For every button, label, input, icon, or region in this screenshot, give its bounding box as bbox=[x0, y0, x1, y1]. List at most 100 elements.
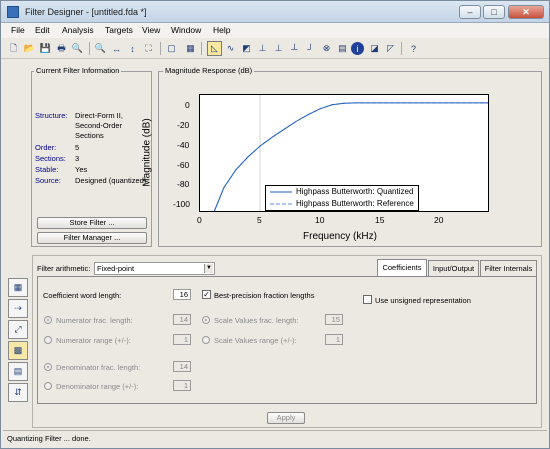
magnitude-phase-icon[interactable]: ◩ bbox=[239, 41, 254, 56]
numerator-range-radio[interactable] bbox=[44, 336, 52, 344]
phase-delay-icon[interactable]: ⊥ bbox=[271, 41, 286, 56]
filter-arithmetic-value: Fixed-point bbox=[97, 264, 135, 273]
status-bar: Quantizing Filter ... done. bbox=[3, 430, 547, 445]
store-filter-button[interactable]: Store Filter ... bbox=[37, 217, 147, 229]
coefficients-icon[interactable]: ▤ bbox=[335, 41, 350, 56]
info-icon[interactable]: i bbox=[351, 42, 364, 55]
order-value: 5 bbox=[75, 143, 80, 152]
scale-values-frac-label: Scale Values frac. length: bbox=[214, 316, 299, 325]
filter-manager-button[interactable]: Filter Manager ... bbox=[37, 232, 147, 244]
grid-icon[interactable]: ▦ bbox=[183, 41, 198, 56]
y-tick-label: -80 bbox=[177, 179, 190, 189]
legend-swatches bbox=[270, 191, 292, 205]
tab-filter-internals[interactable]: Filter Internals bbox=[480, 260, 537, 276]
x-axis-label: Frequency (kHz) bbox=[303, 231, 377, 242]
denominator-frac-radio[interactable] bbox=[44, 363, 52, 371]
denominator-range-radio[interactable] bbox=[44, 382, 52, 390]
current-filter-title: Current Filter Information bbox=[34, 66, 122, 75]
scale-values-range-field[interactable]: 1 bbox=[325, 334, 343, 345]
numerator-frac-radio[interactable] bbox=[44, 316, 52, 324]
group-delay-icon[interactable]: ⊥ bbox=[255, 41, 270, 56]
menu-targets[interactable]: Targets bbox=[105, 25, 133, 35]
impulse-response-icon[interactable]: ┴ bbox=[287, 41, 302, 56]
legend[interactable]: Highpass Butterworth: Quantized Highpass… bbox=[265, 185, 419, 211]
menu-window[interactable]: Window bbox=[171, 25, 201, 35]
zoom-x-icon[interactable]: ↔ bbox=[109, 41, 124, 56]
magnitude-estimate-icon[interactable]: ◪ bbox=[367, 41, 382, 56]
best-precision-label: Best-precision fraction lengths bbox=[214, 291, 315, 300]
phase-response-icon[interactable]: ∿ bbox=[223, 41, 238, 56]
quantize-filter-icon[interactable]: ▩ bbox=[8, 341, 28, 360]
magnitude-panel-title: Magnitude Response (dB) bbox=[163, 66, 255, 75]
sections-value: 3 bbox=[75, 154, 80, 163]
toolbar-separator bbox=[201, 42, 202, 55]
whats-this-icon[interactable]: ? bbox=[406, 41, 421, 56]
numerator-range-field[interactable]: 1 bbox=[173, 334, 191, 345]
menu-analysis[interactable]: Analysis bbox=[62, 25, 94, 35]
noise-power-icon[interactable]: ◸ bbox=[383, 41, 398, 56]
full-view-icon[interactable]: ⛶ bbox=[141, 41, 156, 56]
transform-filter-icon[interactable]: ⤢ bbox=[8, 320, 28, 339]
sections-label: Sections: bbox=[35, 154, 66, 163]
y-tick-label: -100 bbox=[173, 199, 191, 209]
source-label: Source: bbox=[35, 176, 61, 185]
y-tick-label: -40 bbox=[177, 140, 190, 150]
coef-word-length-field[interactable]: 16 bbox=[173, 289, 191, 300]
new-figure-icon[interactable]: ▢ bbox=[164, 41, 179, 56]
menu-file[interactable]: File bbox=[11, 25, 25, 35]
stable-label: Stable: bbox=[35, 165, 59, 174]
minimize-button[interactable]: – bbox=[459, 5, 481, 19]
x-tick-label: 10 bbox=[315, 215, 325, 225]
print-icon[interactable]: 🖶 bbox=[54, 41, 69, 56]
scale-values-frac-field[interactable]: 15 bbox=[325, 314, 343, 325]
apply-button[interactable]: Apply bbox=[267, 412, 305, 424]
denominator-frac-label: Denominator frac. length: bbox=[56, 363, 141, 372]
design-filter-icon[interactable]: ▦ bbox=[8, 278, 28, 297]
app-icon bbox=[7, 6, 19, 18]
denominator-range-field[interactable]: 1 bbox=[173, 380, 191, 391]
unsigned-checkbox[interactable] bbox=[363, 295, 372, 304]
tab-input-output[interactable]: Input/Output bbox=[428, 260, 479, 276]
filter-arithmetic-label: Filter arithmetic: bbox=[37, 264, 91, 273]
numerator-frac-field[interactable]: 14 bbox=[173, 314, 191, 325]
unsigned-label: Use unsigned representation bbox=[375, 296, 471, 305]
coef-word-length-label: Coefficient word length: bbox=[43, 291, 122, 300]
menu-help[interactable]: Help bbox=[213, 25, 230, 35]
numerator-range-label: Numerator range (+/-): bbox=[56, 336, 131, 345]
x-tick-label: 20 bbox=[434, 215, 444, 225]
legend-item-reference: Highpass Butterworth: Reference bbox=[296, 199, 414, 208]
menu-edit[interactable]: Edit bbox=[35, 25, 50, 35]
source-value: Designed (quantized) bbox=[75, 176, 147, 185]
save-icon[interactable]: 💾 bbox=[38, 41, 53, 56]
maximize-button[interactable]: □ bbox=[483, 5, 505, 19]
best-precision-checkbox[interactable]: ✓ bbox=[202, 290, 211, 299]
toolbar: 🗋 📂 💾 🖶 🔍 🔍 ↔ ↕ ⛶ ▢ ▦ ◺ ∿ ◩ ⊥ ⊥ ┴ ┘ ⊗ ▤ … bbox=[1, 38, 549, 59]
open-icon[interactable]: 📂 bbox=[22, 41, 37, 56]
app-window: Filter Designer - [untitled.fda *] – □ ✕… bbox=[0, 0, 550, 449]
numerator-frac-label: Numerator frac. length: bbox=[56, 316, 133, 325]
chevron-down-icon: ▼ bbox=[204, 264, 213, 273]
scale-values-frac-radio[interactable] bbox=[202, 316, 210, 324]
structure-value-line3: Sections bbox=[75, 131, 104, 140]
x-tick-label: 5 bbox=[257, 215, 262, 225]
scale-values-range-label: Scale Values range (+/-): bbox=[214, 336, 297, 345]
magnitude-response-icon[interactable]: ◺ bbox=[207, 41, 222, 56]
zoom-in-icon[interactable]: 🔍 bbox=[93, 41, 108, 56]
import-filter-icon[interactable]: ⇢ bbox=[8, 299, 28, 318]
menu-view[interactable]: View bbox=[142, 25, 160, 35]
pole-zero-icon[interactable]: ⊗ bbox=[319, 41, 334, 56]
y-axis-label: Magnitude (dB) bbox=[141, 118, 153, 187]
stable-value: Yes bbox=[75, 165, 88, 174]
zoom-y-icon[interactable]: ↕ bbox=[125, 41, 140, 56]
print-preview-icon[interactable]: 🔍 bbox=[70, 41, 85, 56]
close-button[interactable]: ✕ bbox=[508, 5, 544, 19]
realize-model-icon[interactable]: ▤ bbox=[8, 362, 28, 381]
order-label: Order: bbox=[35, 143, 57, 152]
denominator-frac-field[interactable]: 14 bbox=[173, 361, 191, 372]
tab-coefficients[interactable]: Coefficients bbox=[377, 259, 427, 276]
filter-arithmetic-select[interactable]: Fixed-point ▼ bbox=[94, 262, 215, 275]
scale-values-range-radio[interactable] bbox=[202, 336, 210, 344]
step-response-icon[interactable]: ┘ bbox=[303, 41, 318, 56]
new-icon[interactable]: 🗋 bbox=[6, 41, 21, 56]
multirate-icon[interactable]: ⇵ bbox=[8, 383, 28, 402]
